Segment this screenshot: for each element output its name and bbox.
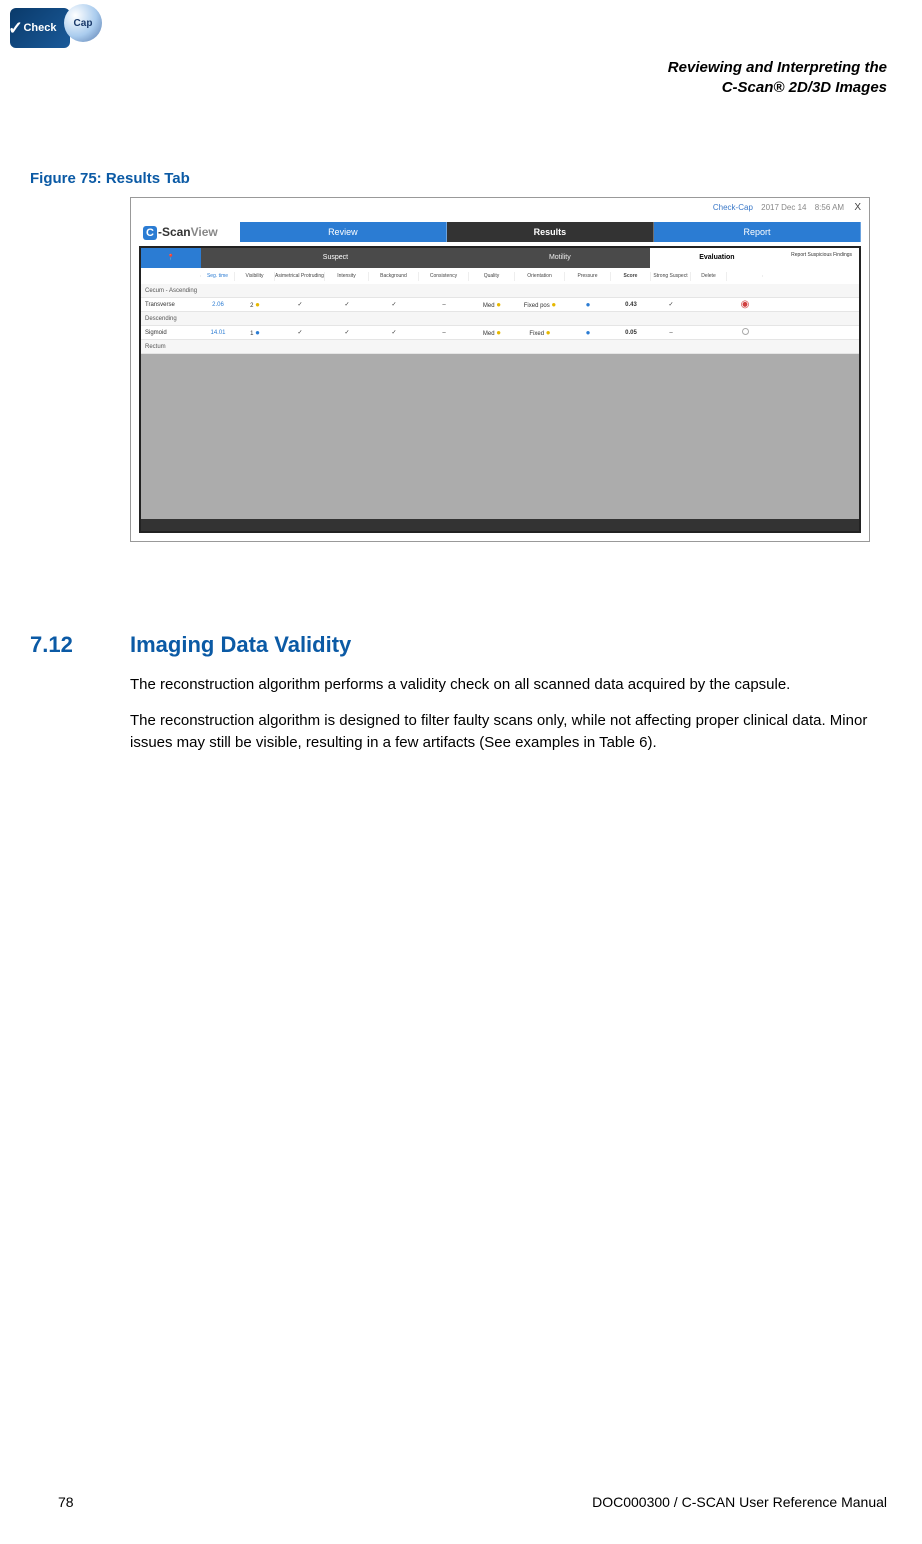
ss-logo-view: View <box>191 225 218 239</box>
ss-logo-c: C <box>143 226 157 240</box>
section-row: Descending <box>141 312 859 326</box>
figure-caption: Figure 75: Results Tab <box>30 170 887 187</box>
section-title: Imaging Data Validity <box>130 632 351 658</box>
group-suspect: Suspect <box>201 248 470 268</box>
locator-icon: 📍 <box>141 248 201 268</box>
col-score: Score <box>611 272 651 281</box>
section-number: 7.12 <box>30 632 130 658</box>
col-rsf <box>727 275 763 277</box>
ss-topbar: Check-Cap 2017 Dec 14 8:56 AM X <box>713 202 861 213</box>
logo-cap-text: Cap <box>64 4 102 42</box>
column-headers: Seg. time Visibility Asimetrical Protrud… <box>141 268 859 284</box>
col-background: Background <box>369 272 419 281</box>
section-row: Cecum - Ascending <box>141 284 859 298</box>
ss-app-logo: C-ScanView <box>143 225 218 240</box>
col-delete: Delete <box>691 272 727 281</box>
col-quality: Quality <box>469 272 515 281</box>
col-intensity: Intensity <box>325 272 369 281</box>
check-icon: ✓ <box>8 18 23 39</box>
col-asym: Asimetrical Protruding <box>275 272 325 281</box>
ss-logo-scan: -Scan <box>158 225 191 239</box>
section-p1: The reconstruction algorithm performs a … <box>130 674 870 696</box>
brand-logo: Check ✓ Cap <box>10 8 110 56</box>
group-motility: Motility <box>470 248 650 268</box>
logo-check-text: Check <box>23 22 56 34</box>
col-orientation: Orientation <box>515 272 565 281</box>
close-icon[interactable]: X <box>854 202 861 213</box>
col-seg: Seg. time <box>201 272 235 281</box>
ss-time: 8:56 AM <box>815 203 844 212</box>
empty-area <box>141 354 859 519</box>
group-report: Report Suspicious Findings <box>784 248 859 268</box>
section-p2: The reconstruction algorithm is designed… <box>130 710 870 754</box>
col-consistency: Consistency <box>419 272 469 281</box>
header-line1: Reviewing and Interpreting the <box>668 58 887 78</box>
results-rows: Cecum - AscendingTransverse2.062 ●✓✓✓–Me… <box>141 284 859 354</box>
group-evaluation: Evaluation <box>650 248 785 268</box>
section-body: The reconstruction algorithm performs a … <box>130 674 870 753</box>
doc-id: DOC000300 / C-SCAN User Reference Manual <box>592 1494 887 1510</box>
section-row: Rectum <box>141 340 859 354</box>
ss-brand: Check-Cap <box>713 203 753 212</box>
tab-review[interactable]: Review <box>240 222 447 242</box>
ss-date: 2017 Dec 14 <box>761 203 806 212</box>
col-visibility: Visibility <box>235 272 275 281</box>
page-number: 78 <box>58 1494 74 1510</box>
page-footer: 78 DOC000300 / C-SCAN User Reference Man… <box>58 1494 887 1510</box>
header-line2: C-Scan® 2D/3D Images <box>668 78 887 98</box>
data-row[interactable]: Sigmoid14.011 ●✓✓✓–Med ●Fixed ●●0.05– <box>141 326 859 340</box>
data-row[interactable]: Transverse2.062 ●✓✓✓–Med ●Fixed pos ●●0.… <box>141 298 859 312</box>
col-pressure: Pressure <box>565 272 611 281</box>
tab-results[interactable]: Results <box>447 222 654 242</box>
page-header: Reviewing and Interpreting the C-Scan® 2… <box>668 58 887 99</box>
col-strong-suspect: Strong Suspect <box>651 272 691 281</box>
screenshot-figure: Check-Cap 2017 Dec 14 8:56 AM X C-ScanVi… <box>130 197 870 542</box>
tab-report[interactable]: Report <box>654 222 861 242</box>
